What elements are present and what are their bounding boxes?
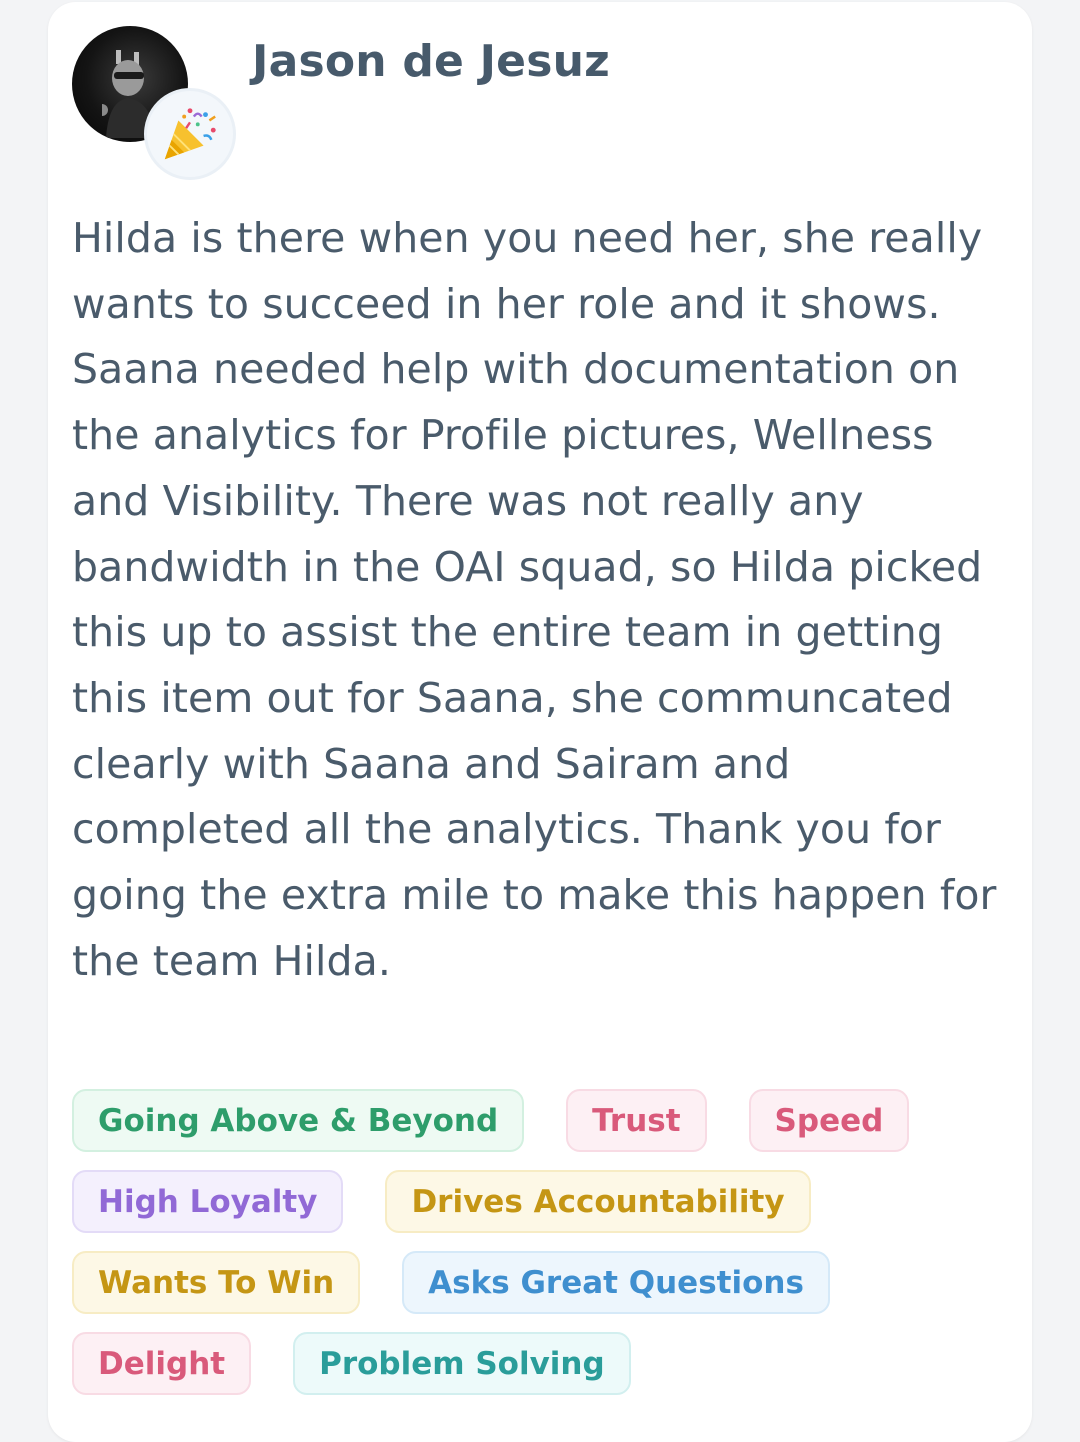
party-popper-icon xyxy=(164,108,216,160)
tag-row: Delight Problem Solving xyxy=(72,1332,1012,1395)
celebration-badge xyxy=(144,88,236,180)
kudos-message: Hilda is there when you need her, she re… xyxy=(72,214,997,985)
tag-drives-accountability[interactable]: Drives Accountability xyxy=(385,1170,811,1233)
tag-row: Going Above & Beyond Trust Speed xyxy=(72,1089,1012,1152)
tag-asks-great-questions[interactable]: Asks Great Questions xyxy=(402,1251,830,1314)
value-tags: Going Above & Beyond Trust Speed High Lo… xyxy=(72,1089,1012,1413)
tag-trust[interactable]: Trust xyxy=(566,1089,707,1152)
tag-wants-to-win[interactable]: Wants To Win xyxy=(72,1251,361,1314)
tag-speed[interactable]: Speed xyxy=(748,1089,910,1152)
kudos-card: Jason de Jesuz Hilda is there when you n… xyxy=(48,2,1032,1442)
tag-row: Wants To Win Asks Great Questions xyxy=(72,1251,1012,1314)
author-name[interactable]: Jason de Jesuz xyxy=(252,36,610,87)
tag-high-loyalty[interactable]: High Loyalty xyxy=(72,1170,344,1233)
tag-problem-solving[interactable]: Problem Solving xyxy=(293,1332,631,1395)
tag-going-above-beyond[interactable]: Going Above & Beyond xyxy=(72,1089,525,1152)
tag-row: High Loyalty Drives Accountability xyxy=(72,1170,1012,1233)
tag-delight[interactable]: Delight xyxy=(72,1332,252,1395)
